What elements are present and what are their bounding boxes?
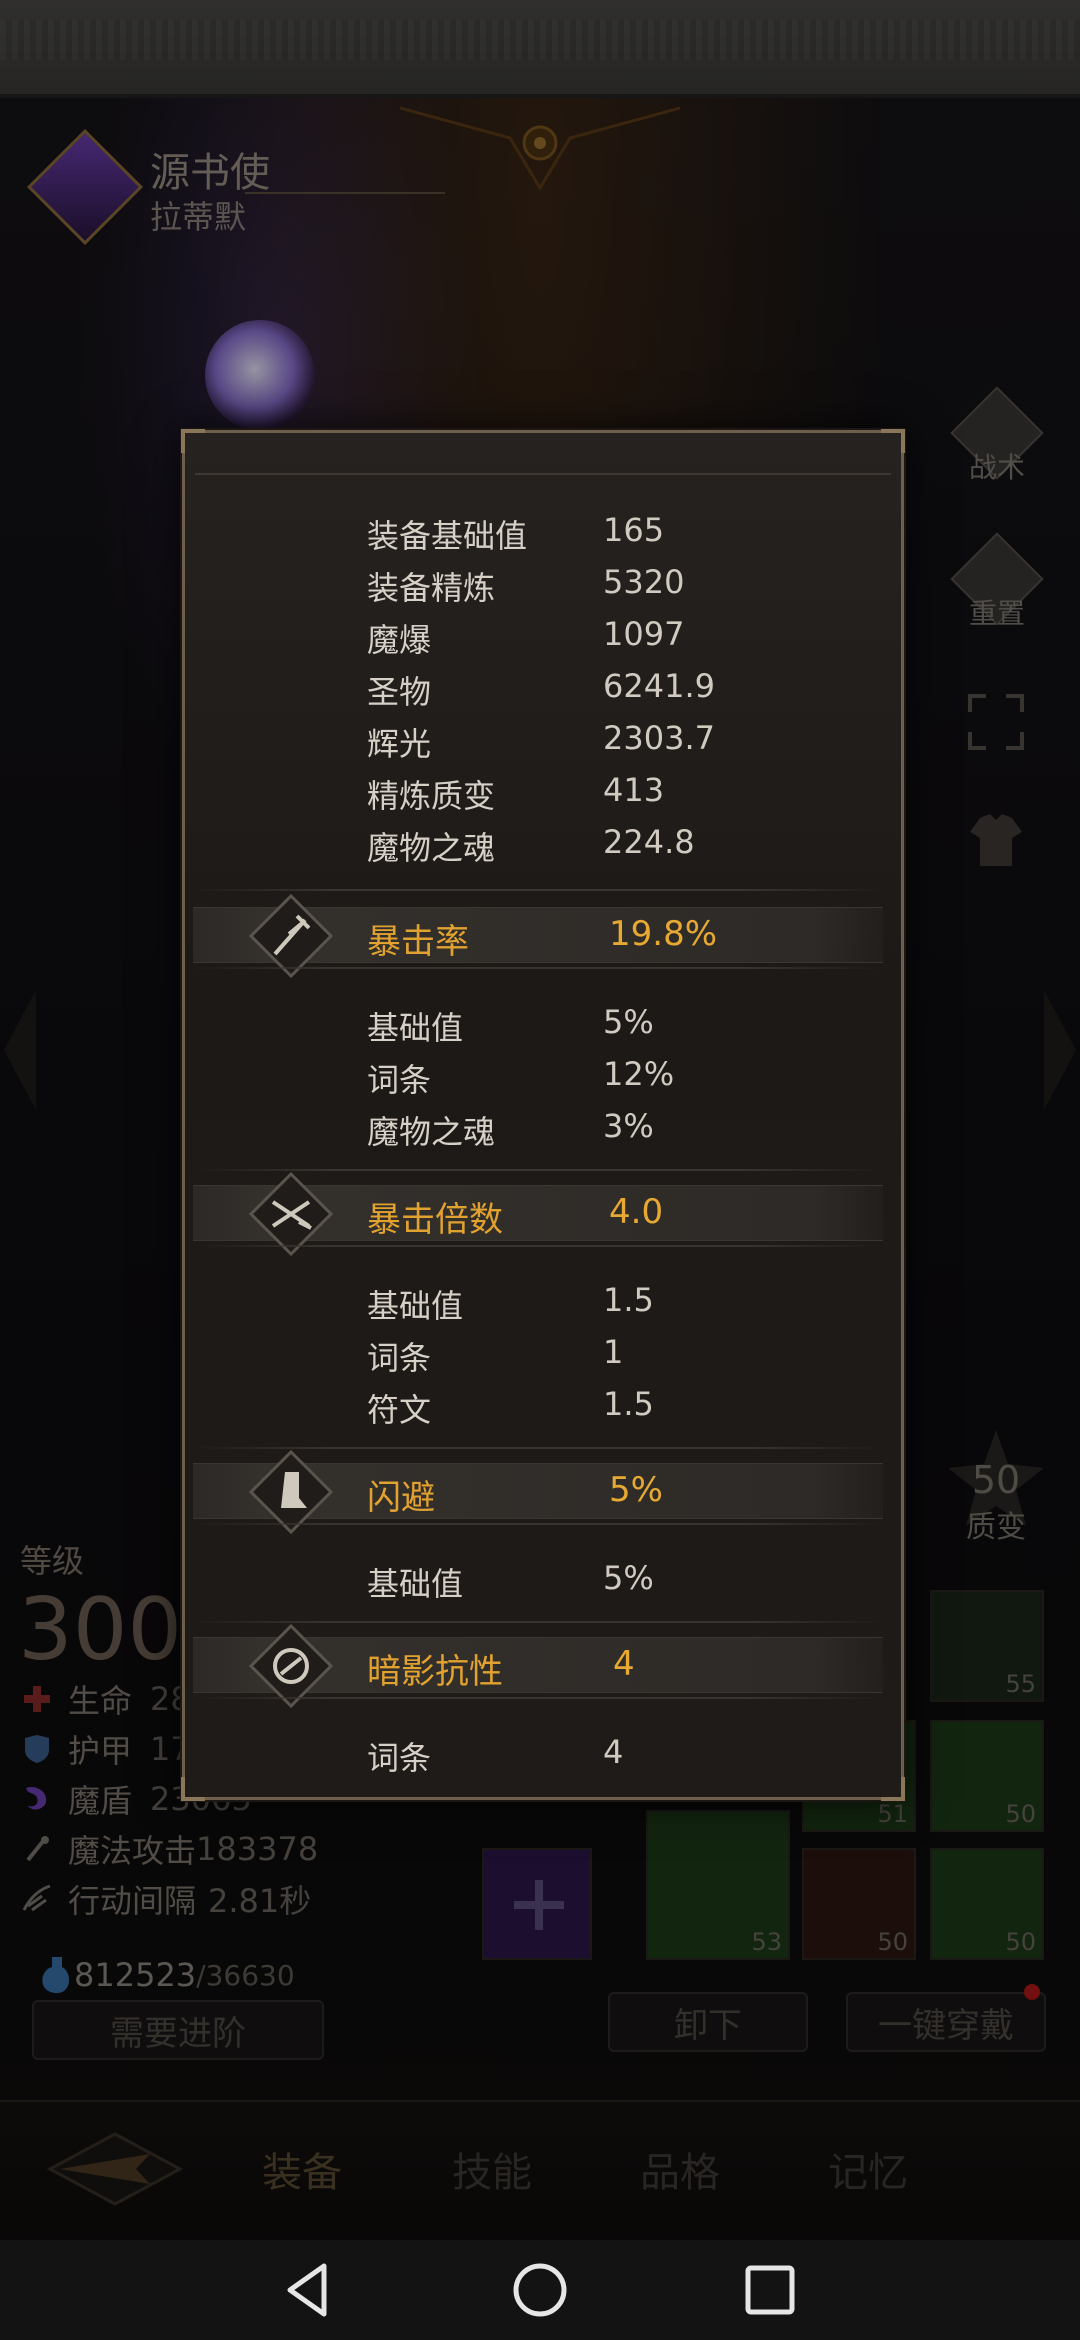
detail-row: 精炼质变 413 (367, 771, 665, 815)
detail-row: 辉光 2303.7 (367, 719, 715, 763)
row-value: 5320 (603, 563, 685, 601)
section-divider (193, 1523, 883, 1525)
row-value: 12% (603, 1055, 675, 1093)
row-value: 4 (603, 1733, 624, 1771)
section-title: 暴击倍数 (367, 1200, 503, 1240)
row-value: 165 (603, 511, 665, 549)
row-value: 1.5 (603, 1281, 654, 1319)
detail-row: 符文 1.5 (367, 1385, 654, 1429)
detail-row: 魔爆 1097 (367, 615, 685, 659)
section-value: 19.8% (609, 914, 718, 954)
row-key: 词条 (367, 1339, 432, 1377)
corner-ornament (181, 1777, 205, 1801)
stat-detail-panel: 装备基础值 165 装备精炼 5320 魔爆 1097 圣物 6241.9 辉光 2303… (181, 429, 905, 1801)
row-key: 基础值 (367, 1287, 464, 1325)
row-value: 1 (603, 1333, 624, 1371)
section-dodge: 闪避 5% (193, 1450, 883, 1534)
row-key: 基础值 (367, 1565, 464, 1603)
section-crit-rate: 暴击率 19.8% (193, 894, 883, 978)
section-value: 4 (613, 1644, 635, 1684)
row-key: 符文 (367, 1391, 432, 1429)
section-divider (193, 1447, 883, 1449)
system-nav-bar (0, 2240, 1080, 2340)
section-divider (193, 1169, 883, 1171)
crit-rate-icon (249, 894, 333, 978)
row-key: 基础值 (367, 1009, 464, 1047)
corner-ornament (181, 429, 205, 453)
section-value: 4.0 (609, 1192, 664, 1232)
row-key: 词条 (367, 1061, 432, 1099)
row-value: 2303.7 (603, 719, 715, 757)
detail-row: 基础值 1.5 (367, 1281, 654, 1325)
detail-row: 魔物之魂 224.8 (367, 823, 695, 867)
detail-row: 装备精炼 5320 (367, 563, 685, 607)
section-divider (193, 1621, 883, 1623)
section-shadow-resistance: 暗影抗性 4 (193, 1624, 883, 1708)
row-value: 5% (603, 1003, 654, 1041)
row-value: 1097 (603, 615, 685, 653)
section-crit-multiplier: 暴击倍数 4.0 (193, 1172, 883, 1256)
row-key: 词条 (367, 1739, 432, 1777)
detail-row: 魔物之魂 3% (367, 1107, 654, 1151)
row-key: 精炼质变 (367, 777, 496, 815)
detail-row: 装备基础值 165 (367, 511, 665, 555)
section-divider (193, 1697, 883, 1699)
row-value: 5% (603, 1559, 654, 1597)
nav-home-icon[interactable] (510, 2260, 570, 2320)
section-divider (193, 1245, 883, 1247)
row-key: 魔物之魂 (367, 1113, 496, 1151)
row-key: 装备精炼 (367, 569, 496, 607)
detail-row: 圣物 6241.9 (367, 667, 715, 711)
row-value: 1.5 (603, 1385, 654, 1423)
section-title: 暴击率 (367, 922, 469, 962)
row-value: 6241.9 (603, 667, 715, 705)
section-value: 5% (609, 1470, 663, 1510)
detail-row: 词条 1 (367, 1333, 624, 1377)
section-title: 暗影抗性 (367, 1652, 503, 1692)
detail-row: 词条 12% (367, 1055, 675, 1099)
shadow-resistance-icon (249, 1624, 333, 1708)
nav-back-icon[interactable] (280, 2260, 340, 2320)
row-value: 3% (603, 1107, 654, 1145)
section-title: 闪避 (367, 1478, 435, 1518)
section-divider (193, 967, 883, 969)
crit-multiplier-icon (249, 1172, 333, 1256)
row-value: 224.8 (603, 823, 695, 861)
corner-ornament (881, 1777, 905, 1801)
corner-ornament (881, 429, 905, 453)
detail-row: 词条 4 (367, 1733, 624, 1777)
detail-row: 基础值 5% (367, 1559, 654, 1603)
row-value: 413 (603, 771, 665, 809)
header-divider (195, 473, 891, 475)
row-key: 魔爆 (367, 621, 432, 659)
row-key: 装备基础值 (367, 517, 528, 555)
nav-recents-icon[interactable] (740, 2260, 800, 2320)
section-divider (193, 889, 883, 891)
row-key: 辉光 (367, 725, 432, 763)
row-key: 圣物 (367, 673, 432, 711)
detail-row: 基础值 5% (367, 1003, 654, 1047)
boot-icon (249, 1450, 333, 1534)
row-key: 魔物之魂 (367, 829, 496, 867)
